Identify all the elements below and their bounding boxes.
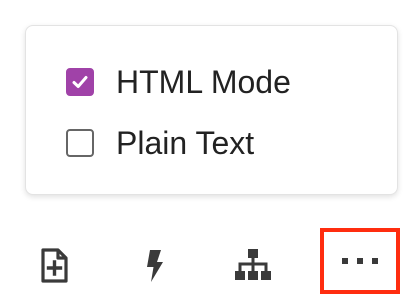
more-horizontal-icon: [342, 258, 378, 264]
hierarchy-icon: [235, 249, 271, 280]
new-document-button[interactable]: [36, 246, 72, 286]
html-mode-label: HTML Mode: [116, 64, 291, 100]
mode-menu-popover: HTML Mode Plain Text: [25, 25, 398, 195]
plain-text-checkbox[interactable]: [66, 129, 94, 157]
bottom-toolbar: [0, 228, 414, 298]
editor-panel: HTML Mode Plain Text: [0, 0, 414, 307]
lightning-button[interactable]: [136, 246, 172, 286]
plain-text-option[interactable]: Plain Text: [66, 127, 254, 159]
hierarchy-button[interactable]: [232, 246, 274, 286]
html-mode-option[interactable]: HTML Mode: [66, 66, 291, 98]
checkmark-icon: [72, 76, 88, 88]
plain-text-label: Plain Text: [116, 125, 255, 161]
lightning-icon: [147, 250, 163, 282]
more-options-button[interactable]: [320, 228, 400, 294]
new-document-icon: [41, 248, 68, 283]
html-mode-checkbox[interactable]: [66, 68, 94, 96]
